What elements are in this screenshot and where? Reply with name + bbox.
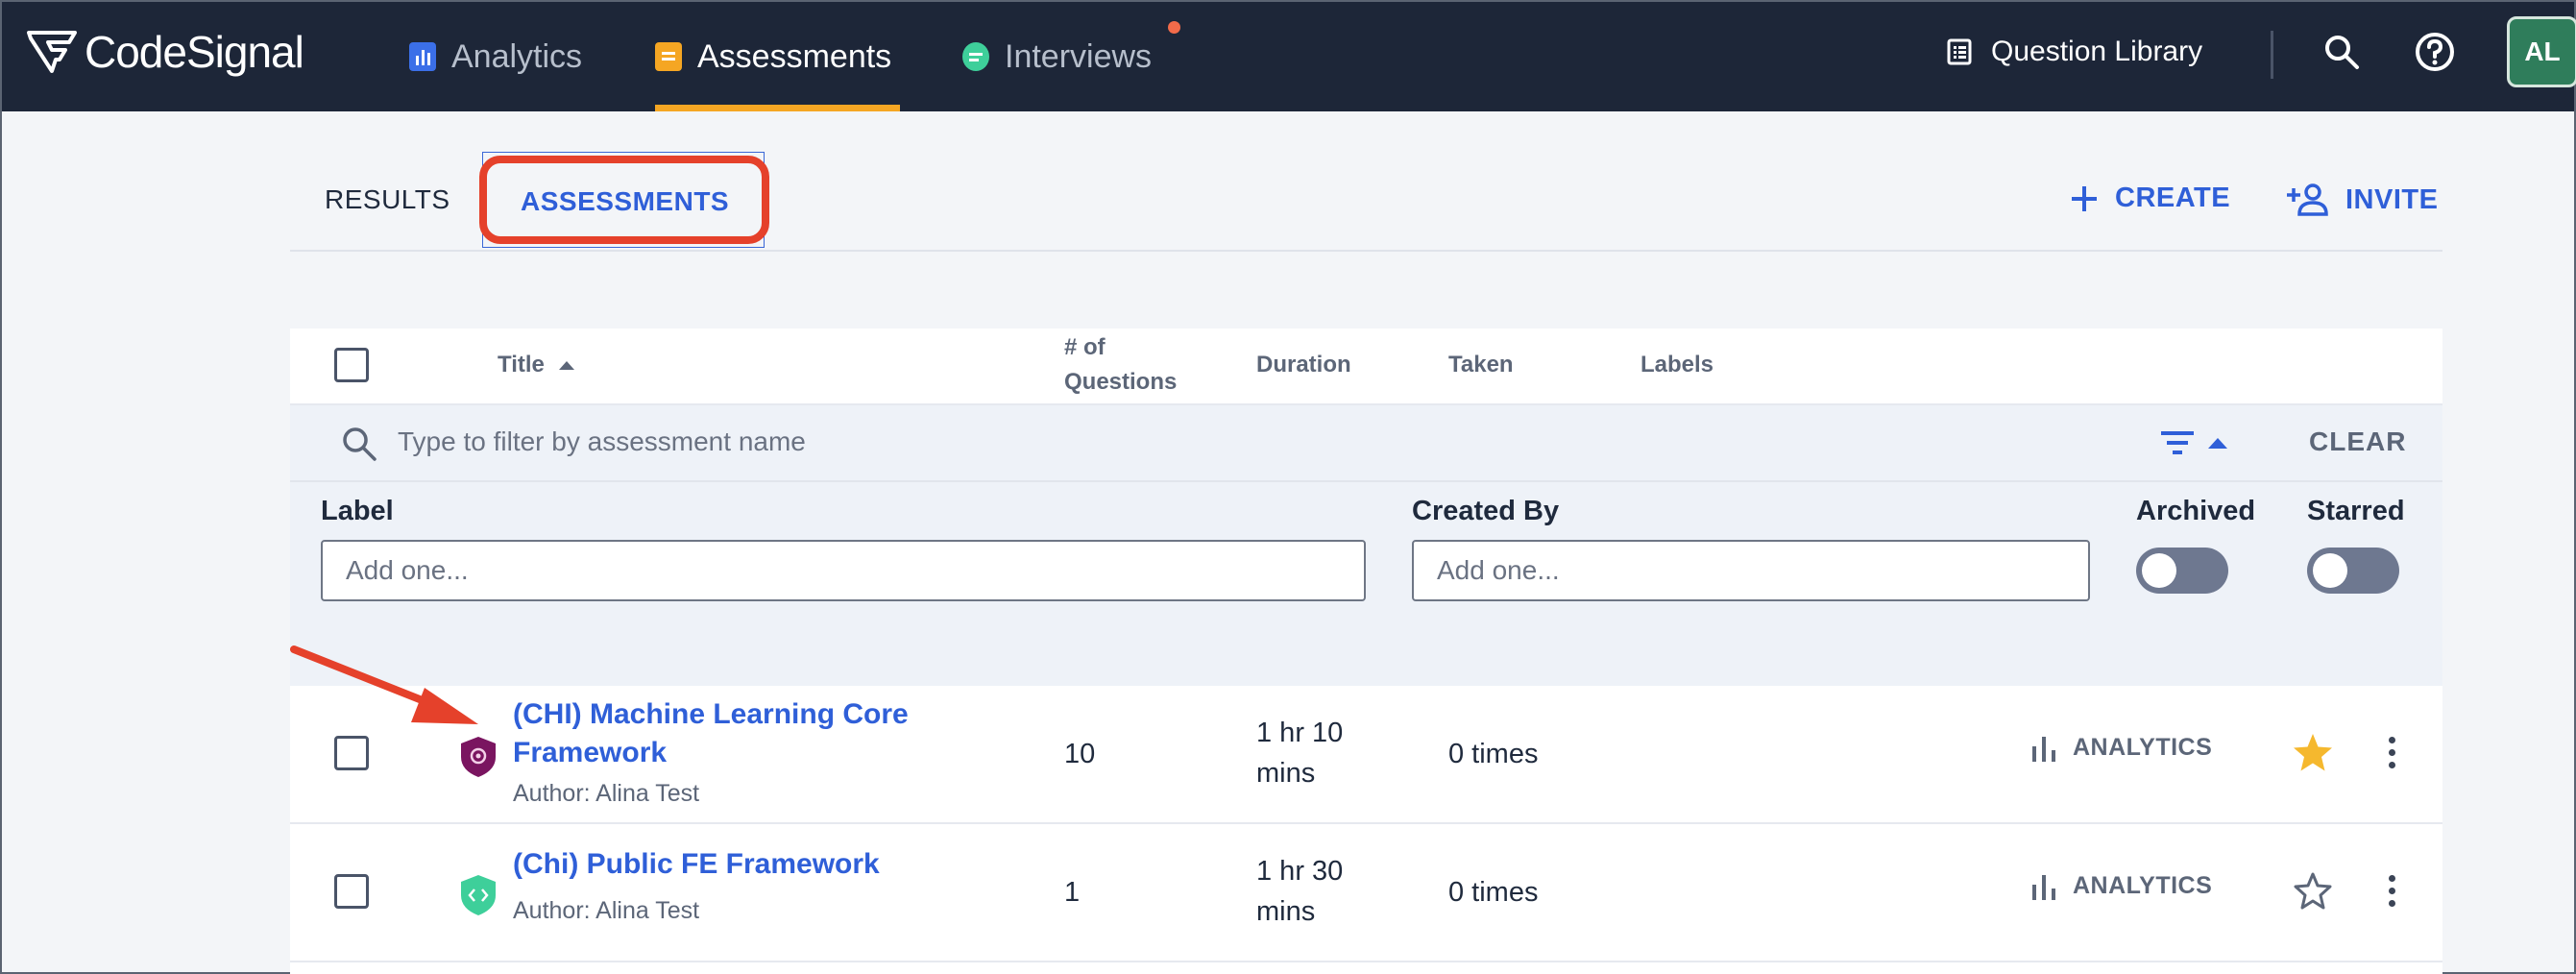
duration: 1 hr 30 mins: [1256, 851, 1343, 932]
search-button[interactable]: [2315, 25, 2369, 79]
column-taken[interactable]: Taken: [1448, 348, 1514, 382]
clear-filters-button[interactable]: CLEAR: [2309, 426, 2406, 457]
filter-icon: [2161, 431, 2194, 454]
label-filter-input[interactable]: Add one...: [321, 540, 1366, 601]
chevron-up-icon: [2208, 438, 2227, 449]
invite-button[interactable]: INVITE: [2286, 183, 2438, 217]
nav-tab-label: Assessments: [697, 37, 892, 75]
assessment-author: Author: Alina Test: [513, 897, 700, 924]
more-options-icon[interactable]: [2372, 728, 2411, 776]
column-questions[interactable]: # of Questions: [1064, 330, 1177, 400]
bar-chart-icon: [409, 42, 436, 71]
column-duration[interactable]: Duration: [1256, 348, 1351, 382]
nav-tab-assessments[interactable]: Assessments: [655, 2, 900, 111]
search-icon: [2325, 36, 2359, 69]
starred-toggle[interactable]: [2307, 548, 2399, 594]
bar-chart-icon: [2032, 736, 2055, 762]
shield-badge-icon: [461, 875, 496, 915]
row-checkbox[interactable]: [334, 736, 369, 770]
column-title-label: Title: [498, 352, 545, 377]
bar-chart-icon: [2032, 874, 2055, 900]
column-questions-line2: Questions: [1064, 369, 1178, 395]
duration: 1 hr 10 mins: [1256, 713, 1343, 793]
tab-assessments[interactable]: ASSESSMENTS: [521, 186, 729, 217]
assessment-author: Author: Alina Test: [513, 780, 700, 807]
assessment-icon: [655, 42, 682, 71]
more-options-icon[interactable]: [2372, 866, 2411, 914]
plus-icon: [2072, 185, 2097, 211]
analytics-label: ANALYTICS: [2073, 734, 2213, 761]
create-button[interactable]: CREATE: [2069, 183, 2230, 214]
question-library-link[interactable]: Question Library: [1947, 2, 2202, 102]
duration-line2: mins: [1256, 758, 1316, 789]
nav-tab-label: Analytics: [451, 37, 583, 75]
brand-name: CodeSignal: [85, 27, 304, 77]
top-navigation-bar: CodeSignal Analytics Assessments Intervi…: [2, 2, 2576, 111]
assessment-title-link[interactable]: (Chi) Public FE Framework: [513, 845, 880, 884]
nav-divider: [2271, 31, 2273, 79]
assessment-name-filter-input[interactable]: Type to filter by assessment name: [398, 426, 806, 457]
nav-tab-analytics[interactable]: Analytics: [409, 2, 582, 111]
assessment-title-link[interactable]: (CHI) Machine Learning Core Framework: [513, 695, 909, 772]
codesignal-logo[interactable]: CodeSignal: [27, 23, 304, 81]
star-filled-icon[interactable]: [2292, 732, 2334, 774]
taken-count: 0 times: [1448, 877, 1539, 908]
taken-count: 0 times: [1448, 739, 1539, 769]
toggle-knob: [2313, 553, 2347, 588]
star-outline-icon[interactable]: [2292, 870, 2334, 913]
user-avatar[interactable]: AL: [2507, 16, 2576, 87]
sort-ascending-icon: [558, 361, 574, 370]
codesignal-logo-icon: [27, 31, 77, 73]
search-icon: [343, 427, 377, 461]
created-by-filter-input[interactable]: Add one...: [1412, 540, 2090, 601]
select-all-checkbox[interactable]: [334, 348, 369, 382]
archived-toggle[interactable]: [2136, 548, 2228, 594]
assessments-table: Title # of Questions Duration Taken Labe…: [290, 329, 2442, 974]
question-count: 10: [1064, 739, 1096, 769]
table-row: (CHI) Machine Learning Core Framework Au…: [290, 686, 2442, 824]
row-checkbox[interactable]: [334, 874, 369, 909]
analytics-link[interactable]: ANALYTICS: [2030, 734, 2212, 762]
active-tab-indicator: [655, 105, 900, 111]
analytics-link[interactable]: ANALYTICS: [2030, 872, 2212, 900]
nav-tab-interviews[interactable]: Interviews: [962, 2, 1152, 111]
toggle-filters-button[interactable]: [2159, 428, 2228, 457]
question-count: 1: [1064, 877, 1081, 908]
add-person-icon: [2287, 183, 2328, 216]
help-button[interactable]: [2408, 25, 2462, 79]
annotation-arrow-icon: [290, 645, 478, 724]
archived-filter-title: Archived: [2136, 496, 2256, 526]
question-library-label: Question Library: [1991, 36, 2203, 67]
help-icon: [2416, 33, 2454, 71]
duration-line1: 1 hr 10: [1256, 718, 1344, 748]
analytics-label: ANALYTICS: [2073, 872, 2213, 899]
column-questions-line1: # of: [1064, 334, 1106, 360]
duration-line2: mins: [1256, 896, 1316, 927]
shield-badge-icon: [461, 737, 496, 777]
assessment-title-line1: (CHI) Machine Learning Core: [513, 698, 909, 730]
chat-icon: [962, 42, 989, 71]
column-labels: Labels: [1640, 352, 1714, 377]
label-filter-title: Label: [321, 496, 394, 526]
notification-dot: [1168, 21, 1180, 34]
table-row: (Chi) Public FE Framework Author: Alina …: [290, 824, 2442, 962]
sub-tab-bar: RESULTS ASSESSMENTS CREATE INVITE: [290, 146, 2442, 252]
book-list-icon: [1947, 38, 1972, 65]
created-by-filter-title: Created By: [1412, 496, 1560, 526]
create-label: CREATE: [2115, 183, 2231, 213]
filters-panel: Label Add one... Created By Add one... A…: [290, 482, 2442, 686]
duration-line1: 1 hr 30: [1256, 856, 1344, 887]
toggle-knob: [2142, 553, 2176, 588]
nav-tab-label: Interviews: [1005, 37, 1153, 75]
filter-bar: Type to filter by assessment name CLEAR: [290, 405, 2442, 482]
starred-filter-title: Starred: [2307, 496, 2405, 526]
column-title[interactable]: Title: [498, 348, 575, 382]
table-header: Title # of Questions Duration Taken Labe…: [290, 329, 2442, 405]
invite-label: INVITE: [2345, 183, 2439, 215]
tab-results[interactable]: RESULTS: [325, 184, 450, 215]
assessment-title-line2: Framework: [513, 737, 668, 768]
